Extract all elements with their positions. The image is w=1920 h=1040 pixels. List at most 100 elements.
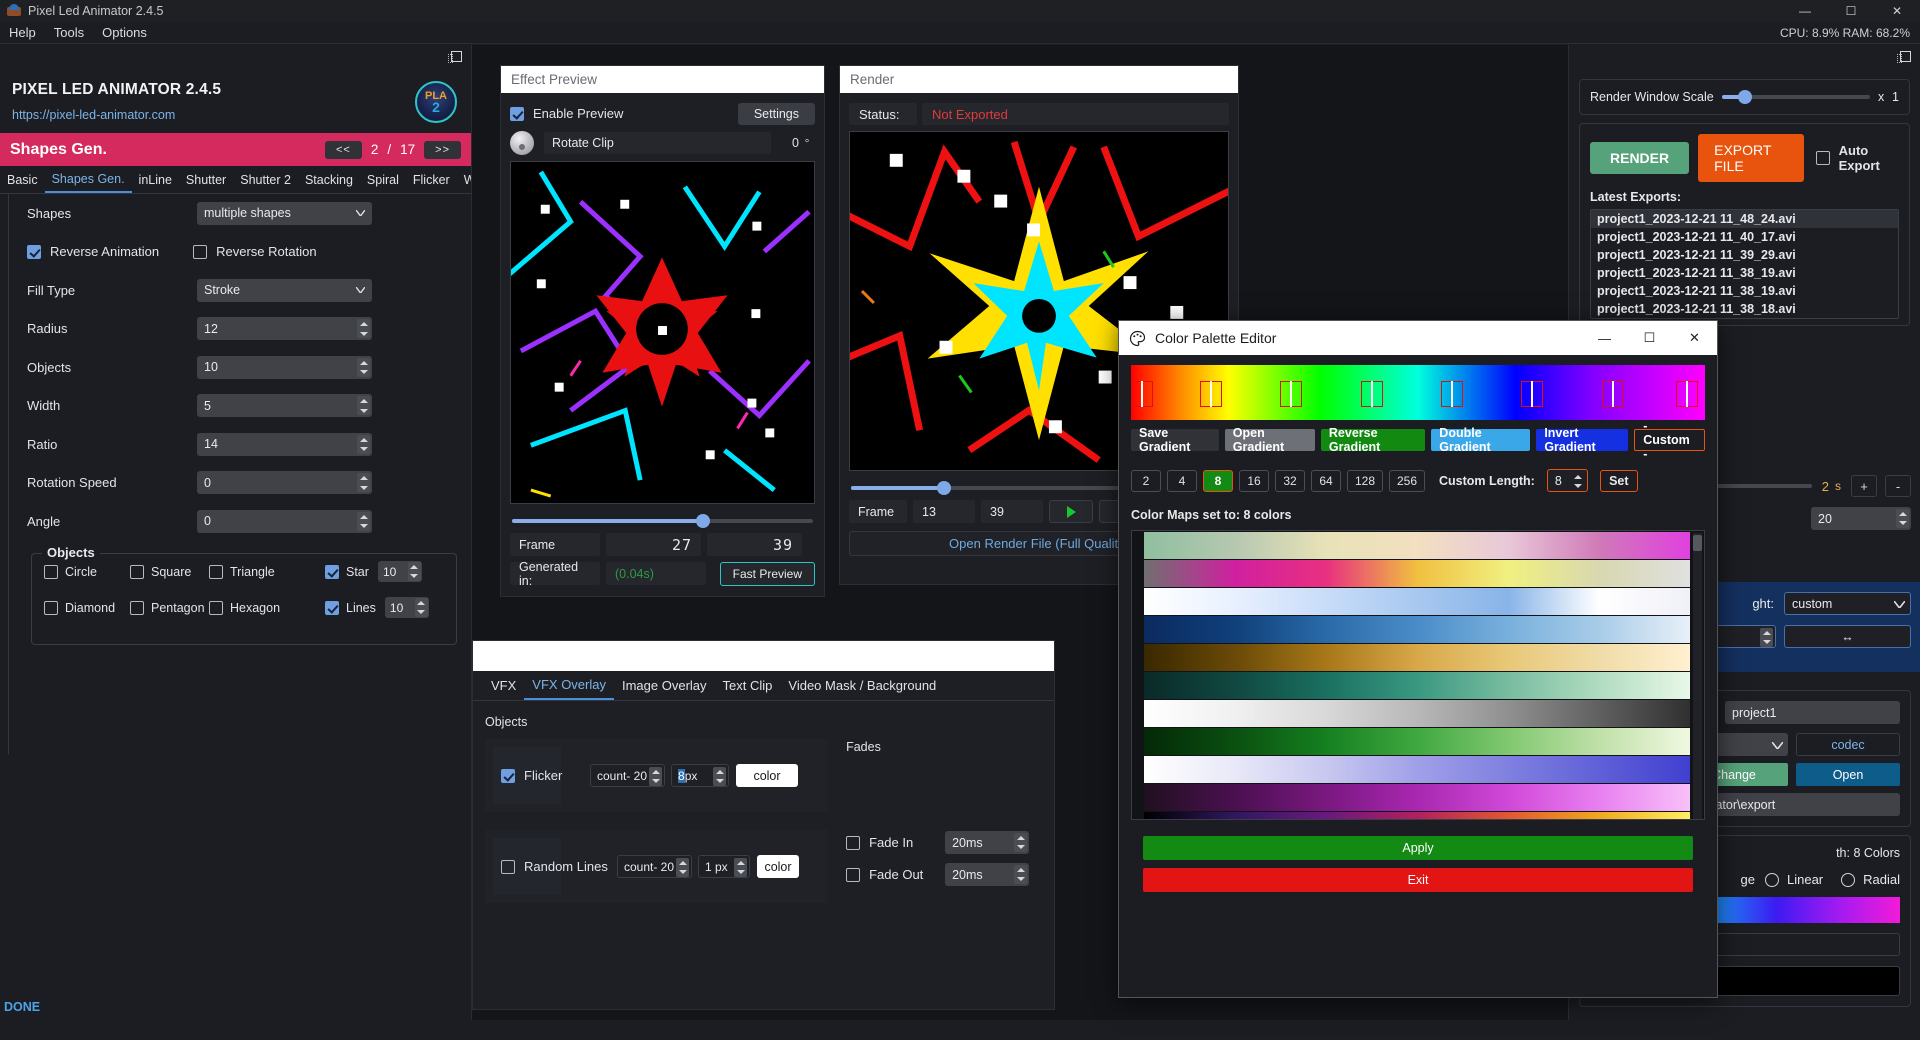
lines-count-input[interactable]: 10 [385,597,429,618]
project-name-input[interactable]: project1 [1725,701,1900,724]
colormap-row[interactable] [1144,672,1690,699]
lines-checkbox[interactable] [325,601,339,615]
custom-gradient-button[interactable]: - Custom - [1634,429,1705,451]
tab-stacking[interactable]: Stacking [298,166,360,193]
length-button-32[interactable]: 32 [1275,470,1305,492]
length-button-256[interactable]: 256 [1389,470,1425,492]
list-item[interactable]: project1_2023-12-21 11_39_29.avi [1591,246,1898,264]
colormap-row[interactable] [1144,700,1690,727]
fade-out-checkbox[interactable] [846,868,860,882]
random-lines-size-stepper[interactable] [734,858,747,877]
custom-length-input[interactable]: 8 [1547,469,1588,492]
apply-button[interactable]: Apply [1143,836,1693,860]
tab-shapes-gen[interactable]: Shapes Gen. [45,166,132,193]
flicker-color-button[interactable]: color [736,764,798,787]
square-checkbox[interactable] [130,565,144,579]
colormap-row[interactable] [1144,784,1690,811]
ratio-stepper[interactable] [357,435,370,454]
shapes-select[interactable]: multiple shapes [197,202,372,225]
tab-vfx-overlay[interactable]: VFX Overlay [524,671,614,700]
flicker-count-input[interactable]: count- 20 [590,764,665,787]
radius-stepper[interactable] [357,319,370,338]
duration-plus-button[interactable]: + [1851,475,1877,497]
fps-input[interactable]: 20 [1811,507,1911,530]
flicker-size-input[interactable]: 8 px [671,764,729,787]
colormap-row[interactable] [1144,532,1690,559]
length-button-8[interactable]: 8 [1203,470,1233,492]
colormap-row[interactable] [1144,560,1690,587]
list-item[interactable]: project1_2023-12-21 11_38_19.avi [1591,282,1898,300]
tab-video-mask-background[interactable]: Video Mask / Background [780,671,944,700]
effect-preview-canvas[interactable] [510,161,815,504]
menu-item-help[interactable]: Help [0,22,45,44]
auto-export-checkbox[interactable] [1816,151,1830,165]
palette-close-button[interactable]: ✕ [1672,321,1717,355]
enable-preview-checkbox[interactable] [510,107,524,121]
custom-length-stepper[interactable] [1572,472,1585,491]
export-file-button[interactable]: EXPORT FILE [1698,134,1803,182]
object-pentagon[interactable]: Pentagon [130,601,209,615]
width-input[interactable]: 5 [197,394,372,417]
fade-out-input[interactable]: 20ms [945,863,1029,886]
colormap-row[interactable] [1144,728,1690,755]
star-checkbox[interactable] [325,565,339,579]
tab-vfx[interactable]: VFX [483,671,524,700]
reverse-rotation-checkbox[interactable] [193,245,207,259]
flicker-count-stepper[interactable] [649,767,662,786]
random-lines-checkbox[interactable] [501,860,515,874]
star-count-input[interactable]: 10 [378,561,422,582]
linear-radio[interactable] [1765,873,1779,887]
length-button-4[interactable]: 4 [1167,470,1197,492]
rotate-clip-knob[interactable] [510,131,534,155]
link-dimensions-button[interactable]: ↔ [1784,625,1911,648]
random-lines-size-input[interactable]: 1 px [698,855,750,878]
object-square[interactable]: Square [130,565,209,579]
objects-input[interactable]: 10 [197,356,372,379]
tab-image-overlay[interactable]: Image Overlay [614,671,715,700]
list-item[interactable]: project1_2023-12-21 11_38_19.avi [1591,264,1898,282]
duration-minus-button[interactable]: - [1885,475,1911,497]
tab-shutter[interactable]: Shutter [179,166,233,193]
fade-in-checkbox[interactable] [846,836,860,850]
gradient-marker[interactable] [1441,381,1463,407]
rotation-speed-stepper[interactable] [357,473,370,492]
tab-inline[interactable]: inLine [132,166,179,193]
double-gradient-button[interactable]: Double Gradient [1431,429,1530,451]
codec-button[interactable]: codec [1796,733,1900,756]
object-triangle[interactable]: Triangle [209,565,325,579]
colormaps-list[interactable] [1131,530,1705,820]
render-button[interactable]: RENDER [1590,142,1689,174]
colormap-row[interactable] [1144,644,1690,671]
colormap-row[interactable] [1144,812,1690,820]
gradient-editor-strip[interactable] [1131,365,1705,420]
colormap-row[interactable] [1144,616,1690,643]
set-length-button[interactable]: Set [1600,470,1638,492]
pentagon-checkbox[interactable] [130,601,144,615]
gradient-marker[interactable] [1131,381,1153,407]
menu-item-tools[interactable]: Tools [45,22,93,44]
exit-button[interactable]: Exit [1143,868,1693,892]
tab-flicker[interactable]: Flicker [406,166,457,193]
colormap-row[interactable] [1144,588,1690,615]
colormaps-scrollbar[interactable] [1693,533,1702,819]
object-circle[interactable]: Circle [44,565,130,579]
open-path-button[interactable]: Open [1796,763,1900,786]
tab-spiral[interactable]: Spiral [360,166,406,193]
menu-item-options[interactable]: Options [93,22,156,44]
random-lines-count-stepper[interactable] [676,858,689,877]
radius-input[interactable]: 12 [197,317,372,340]
fade-in-stepper[interactable] [1014,833,1027,852]
gradient-marker[interactable] [1521,381,1543,407]
fade-out-stepper[interactable] [1014,865,1027,884]
width-size-stepper[interactable] [1760,628,1773,647]
tab-shutter-2[interactable]: Shutter 2 [233,166,298,193]
lines-count-stepper[interactable] [415,598,428,617]
list-item[interactable]: project1_2023-12-21 11_38_18.avi [1591,300,1898,318]
colormap-row[interactable] [1144,756,1690,783]
popout-window-icon[interactable] [1897,51,1912,65]
objects-stepper[interactable] [357,358,370,377]
length-button-128[interactable]: 128 [1347,470,1383,492]
window-minimize-button[interactable]: — [1782,0,1828,22]
radial-radio[interactable] [1841,873,1855,887]
circle-checkbox[interactable] [44,565,58,579]
